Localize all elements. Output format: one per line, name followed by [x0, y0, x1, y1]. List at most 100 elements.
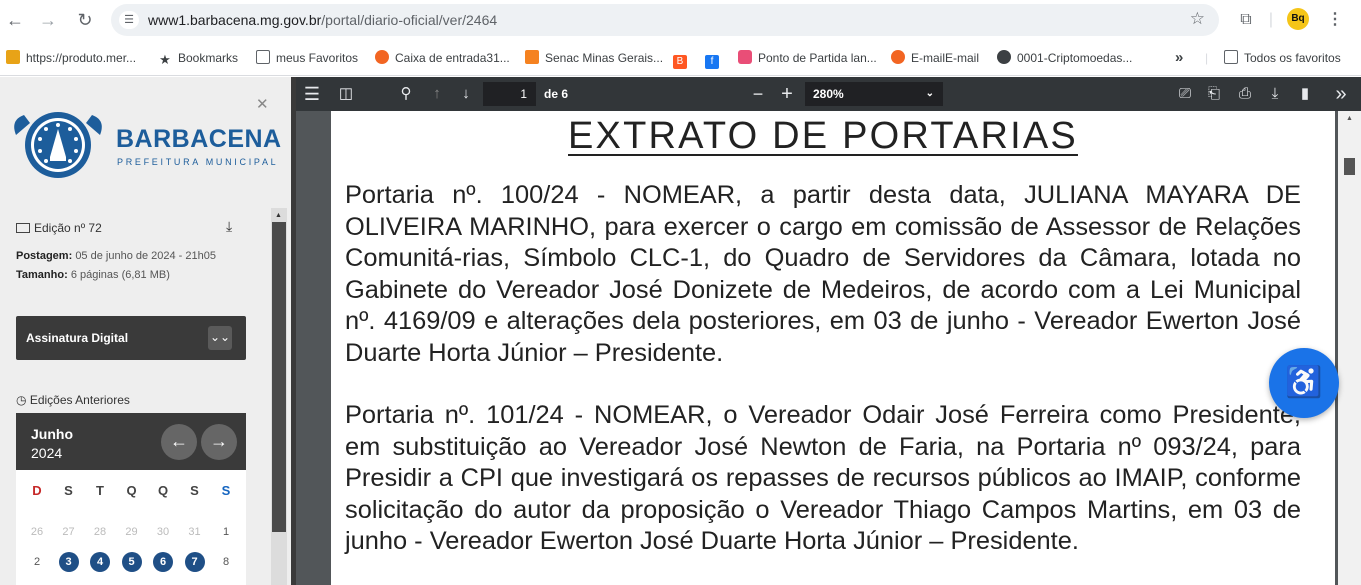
bookmark-item[interactable]: E-mailE-mail [891, 49, 979, 67]
bookmark-item[interactable]: Senac Minas Gerais... [525, 49, 663, 67]
pdf-viewer: EXTRATO DE PORTARIAS Portaria nº. 100/24… [296, 111, 1361, 585]
calendar-day: 31 [188, 526, 201, 538]
edition-info: Edição nº 72 [16, 221, 102, 235]
mail-icon [891, 50, 905, 64]
calendar-day: 1 [222, 526, 230, 538]
bookmark-item[interactable]: ★ Bookmarks [158, 49, 238, 67]
forward-arrow-icon[interactable]: → [36, 8, 60, 32]
url-text[interactable]: www1.barbacena.mg.gov.br/portal/diario-o… [148, 12, 497, 28]
calendar-day: 28 [93, 526, 107, 538]
bookmark-folder[interactable]: meus Favoritos [256, 49, 358, 67]
handshake-icon [6, 50, 20, 64]
calendar-year: 2024 [31, 445, 63, 461]
back-arrow-icon[interactable]: ← [3, 8, 27, 32]
puzzle-icon [738, 50, 752, 64]
calendar-day: 30 [156, 526, 170, 538]
brand-title: BARBACENA [116, 125, 282, 153]
next-page-arrow-icon[interactable]: ↓ [456, 84, 476, 104]
pdf-scrollbar[interactable]: ▲ [1338, 111, 1361, 585]
url-domain: www1.barbacena.mg.gov.br [148, 12, 322, 28]
star-icon: ★ [159, 52, 171, 67]
calendar-header: Junho 2024 ← → [16, 413, 246, 470]
close-icon[interactable]: ✕ [256, 95, 269, 113]
globe-icon [997, 50, 1011, 64]
mail-icon [375, 50, 389, 64]
menu-kebab-icon[interactable]: ⋮ [1323, 8, 1347, 32]
calendar-day-published[interactable]: 5 [121, 552, 142, 572]
download-icon[interactable]: ⤓ [226, 218, 232, 235]
senac-icon [525, 50, 539, 64]
bookmark-item[interactable]: Ponto de Partida lan... [738, 49, 877, 67]
next-month-arrow-icon[interactable]: → [201, 424, 237, 460]
tools-double-chevron-icon[interactable]: » [1331, 84, 1351, 104]
document-title: EXTRATO DE PORTARIAS [568, 115, 1078, 157]
weekday-header: D [32, 483, 42, 498]
bookmarks-bar: https://produto.mer... ★ Bookmarks meus F… [0, 40, 1361, 76]
chevron-double-down-icon[interactable]: ⌄⌄ [208, 326, 232, 350]
weekday-header: S [221, 483, 231, 498]
calendar-day: 2 [33, 556, 41, 568]
prev-page-arrow-icon[interactable]: ↑ [427, 84, 447, 104]
address-bar[interactable]: ☰ www1.barbacena.mg.gov.br/portal/diario… [111, 4, 1219, 36]
bookmark-item[interactable]: f [705, 49, 725, 69]
calendar-day-published[interactable]: 7 [184, 552, 205, 572]
calendar-day-published[interactable]: 6 [153, 552, 173, 572]
portaria-paragraph: Portaria nº. 100/24 - NOMEAR, a partir d… [345, 181, 1301, 367]
hamburger-menu-icon[interactable]: ☰ [302, 84, 322, 104]
edition-label: Edição nº 72 [34, 221, 102, 235]
open-file-icon[interactable]: ⎗ [1204, 84, 1224, 104]
digital-signature-panel[interactable]: Assinatura Digital ⌄⌄ [16, 316, 246, 360]
folder-icon [1224, 50, 1238, 64]
sidebar: ✕ BARBACENA PREFEITURA MUNICIPAL Edição … [0, 77, 291, 585]
bookmark-item[interactable]: https://produto.mer... [6, 49, 136, 67]
previous-editions-heading: ◷ Edições Anteriores [16, 393, 130, 407]
save-download-icon[interactable]: ⤓ [1265, 84, 1285, 104]
bookmark-item[interactable]: Caixa de entrada31... [375, 49, 510, 67]
scroll-up-arrow-icon[interactable]: ▲ [275, 212, 282, 219]
search-icon[interactable]: ⚲ [396, 84, 416, 104]
bookmark-star-icon[interactable]: ☆ [1190, 9, 1205, 29]
bookmarks-divider: | [1205, 51, 1209, 65]
weekday-header: S [64, 483, 73, 498]
url-path: /portal/diario-oficial/ver/2464 [321, 12, 498, 28]
city-emblem-logo [14, 112, 102, 178]
weekday-header: T [96, 483, 104, 498]
profile-avatar[interactable]: Bq [1287, 8, 1309, 30]
page-number-input[interactable]: 1 [483, 82, 536, 106]
all-bookmarks-folder[interactable]: Todos os favoritos [1224, 49, 1341, 67]
prev-month-arrow-icon[interactable]: ← [161, 424, 197, 460]
bookmark-item[interactable]: 0001-Criptomoedas... [997, 49, 1132, 67]
scroll-up-arrow-icon[interactable]: ▲ [1346, 115, 1353, 122]
calendar-day: 27 [62, 526, 75, 538]
site-info-icon[interactable]: ☰ [119, 11, 139, 29]
posted-value: 05 de junho de 2024 - 21h05 [75, 250, 216, 262]
calendar-day: 29 [125, 526, 138, 538]
brand-subtitle: PREFEITURA MUNICIPAL [117, 157, 279, 167]
presentation-mode-icon[interactable]: ⎚ [1175, 84, 1195, 104]
calendar-day-published[interactable]: 4 [90, 552, 110, 572]
scrollbar-thumb[interactable] [1344, 158, 1355, 175]
reload-icon[interactable]: ↻ [73, 8, 97, 32]
extensions-icon[interactable]: ⧉ [1234, 8, 1258, 32]
zoom-select[interactable]: 280% ⌄ [805, 82, 943, 106]
zoom-in-icon[interactable]: + [777, 84, 797, 104]
calendar-day-published[interactable]: 3 [58, 552, 79, 572]
sidebar-toggle-icon[interactable]: ◫ [336, 84, 356, 104]
zoom-out-icon[interactable]: − [748, 84, 768, 104]
size-value: 6 páginas (6,81 MB) [70, 269, 170, 281]
calendar-day: 26 [30, 526, 44, 538]
blogger-icon: B [673, 55, 687, 69]
more-bookmarks-chevron-icon[interactable]: » [1175, 49, 1183, 67]
print-icon[interactable]: ⎙ [1235, 84, 1255, 104]
bookmark-item[interactable]: B [673, 49, 693, 69]
posted-line: Postagem: 05 de junho de 2024 - 21h05 [16, 250, 216, 262]
digital-signature-label: Assinatura Digital [26, 331, 129, 345]
calendar-month: Junho [31, 426, 73, 442]
bookmark-icon[interactable]: ▮ [1295, 84, 1315, 104]
browser-toolbar: ← → ↻ ☰ www1.barbacena.mg.gov.br/portal/… [0, 0, 1361, 40]
sidebar-scrollbar[interactable]: ▲ [271, 208, 287, 585]
pdf-toolbar: ☰ ◫ ⚲ ↑ ↓ 1 de 6 − + 280% ⌄ ⎚ ⎗ ⎙ ⤓ ▮ » [296, 77, 1361, 111]
accessibility-icon[interactable]: ♿ [1269, 348, 1339, 418]
weekday-header: Q [157, 483, 169, 498]
scrollbar-thumb[interactable] [272, 222, 286, 532]
